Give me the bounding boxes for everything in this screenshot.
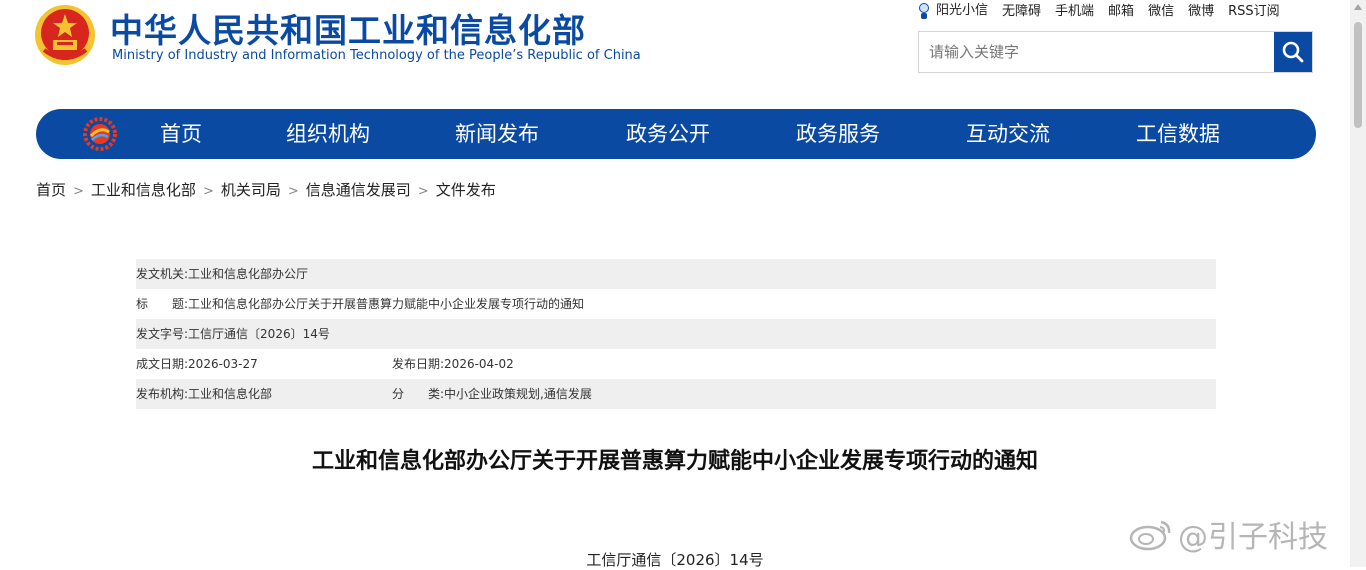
published-value: 2026-04-02 xyxy=(444,357,514,371)
nav-item-data[interactable]: 工信数据 xyxy=(1136,109,1220,159)
org-value: 工业和信息化部 xyxy=(188,387,273,401)
docno-value: 工信厅通信〔2026〕14号 xyxy=(188,327,330,341)
breadcrumb: 首页 > 工业和信息化部 > 机关司局 > 信息通信发展司 > 文件发布 xyxy=(36,179,496,200)
search-icon xyxy=(1282,41,1304,63)
chevron-right-icon: > xyxy=(202,184,214,199)
docno-label: 发文字号: xyxy=(136,327,189,341)
site-title[interactable]: 中华人民共和国工业和信息化部 xyxy=(110,4,586,52)
info-row-docno: 发文字号:工信厅通信〔2026〕14号 xyxy=(136,319,1216,349)
main-nav: 首页 组织机构 新闻发布 政务公开 政务服务 互动交流 工信数据 xyxy=(36,109,1316,159)
watermark: @引子科技 xyxy=(1128,512,1328,556)
nav-item-gov-affairs[interactable]: 政务公开 xyxy=(626,109,710,159)
top-link-email[interactable]: 邮箱 xyxy=(1108,0,1134,19)
category-value: 中小企业政策规划,通信发展 xyxy=(444,387,592,401)
nav-item-gov-services[interactable]: 政务服务 xyxy=(796,109,880,159)
page-scrollbar[interactable] xyxy=(1350,0,1366,567)
chevron-right-icon: > xyxy=(287,184,299,199)
top-link-mobile[interactable]: 手机端 xyxy=(1055,0,1094,19)
nav-item-organization[interactable]: 组织机构 xyxy=(286,109,370,159)
weibo-logo-icon xyxy=(1129,520,1171,551)
issuer-label: 发文机关: xyxy=(136,267,189,281)
created-value: 2026-03-27 xyxy=(188,357,258,371)
breadcrumb-home[interactable]: 首页 xyxy=(36,181,66,199)
document-info-table: 发文机关:工业和信息化部办公厅 标 题:工业和信息化部办公厅关于开展普惠算力赋能… xyxy=(136,259,1216,409)
top-link-weibo[interactable]: 微博 xyxy=(1188,0,1214,19)
national-emblem-icon xyxy=(35,5,95,65)
scroll-up-icon[interactable] xyxy=(1354,4,1362,10)
info-row-org: 发布机构:工业和信息化部 分 类:中小企业政策规划,通信发展 xyxy=(136,379,1216,409)
published-label: 发布日期: xyxy=(392,357,445,371)
nav-item-home[interactable]: 首页 xyxy=(160,109,202,159)
article-title: 工业和信息化部办公厅关于开展普惠算力赋能中小企业发展专项行动的通知 xyxy=(311,449,1038,474)
breadcrumb-dept[interactable]: 信息通信发展司 xyxy=(306,181,411,199)
breadcrumb-departments[interactable]: 机关司局 xyxy=(221,181,281,199)
top-links-bar: 阳光小信 无障碍 手机端 邮箱 微信 微博 RSS订阅 xyxy=(918,0,1280,19)
breadcrumb-docs[interactable]: 文件发布 xyxy=(436,181,496,199)
info-row-title: 标 题:工业和信息化部办公厅关于开展普惠算力赋能中小企业发展专项行动的通知 xyxy=(136,289,1216,319)
watermark-text: @引子科技 xyxy=(1178,520,1328,555)
search-box xyxy=(918,31,1313,73)
miit-logo-icon[interactable] xyxy=(82,116,118,152)
scrollbar-thumb[interactable] xyxy=(1354,22,1362,128)
title-value: 工业和信息化部办公厅关于开展普惠算力赋能中小企业发展专项行动的通知 xyxy=(188,297,585,311)
category-label: 分 类: xyxy=(392,387,445,401)
nav-item-news[interactable]: 新闻发布 xyxy=(455,109,539,159)
top-link-wechat[interactable]: 微信 xyxy=(1148,0,1174,19)
issuer-value: 工业和信息化部办公厅 xyxy=(188,267,309,281)
created-label: 成文日期: xyxy=(136,357,189,371)
title-label: 标 题: xyxy=(136,297,189,311)
nav-item-interaction[interactable]: 互动交流 xyxy=(966,109,1050,159)
info-row-dates: 成文日期:2026-03-27 发布日期:2026-04-02 xyxy=(136,349,1216,379)
chevron-right-icon: > xyxy=(73,184,84,199)
top-link-label: 阳光小信 xyxy=(936,3,989,19)
info-row-issuer: 发文机关:工业和信息化部办公厅 xyxy=(136,259,1216,289)
top-link-accessibility[interactable]: 无障碍 xyxy=(1002,0,1041,19)
top-link-rss[interactable]: RSS订阅 xyxy=(1228,0,1280,19)
org-label: 发布机构: xyxy=(136,387,189,401)
site-subtitle: Ministry of Industry and Information Tec… xyxy=(112,48,641,63)
sunshine-mascot-icon xyxy=(919,2,929,19)
search-button[interactable] xyxy=(1274,32,1312,72)
top-link-sunshine[interactable]: 阳光小信 xyxy=(918,0,988,19)
breadcrumb-ministry[interactable]: 工业和信息化部 xyxy=(91,181,196,199)
chevron-right-icon: > xyxy=(417,184,429,199)
search-input[interactable] xyxy=(919,32,1274,72)
